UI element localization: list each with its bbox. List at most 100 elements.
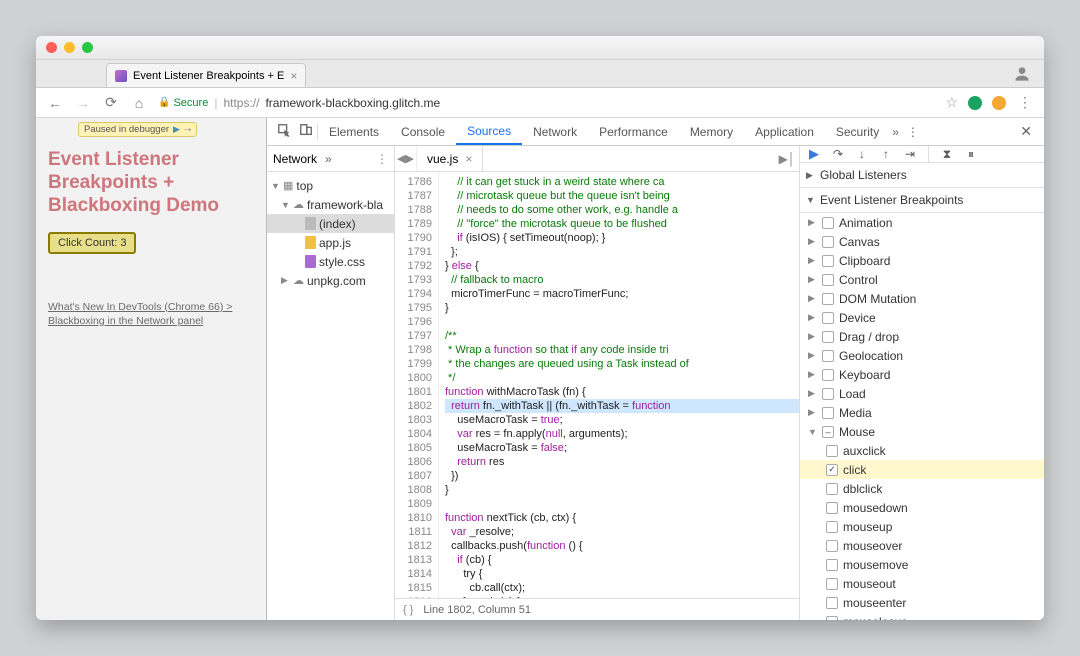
close-window-icon[interactable]	[46, 42, 57, 53]
devtools-tab-security[interactable]: Security	[825, 118, 890, 145]
tree-domain-unpkg[interactable]: ▶☁unpkg.com	[267, 271, 394, 290]
editor-run-snippet-icon[interactable]: ▶│	[775, 152, 799, 166]
checkbox-icon[interactable]	[826, 540, 838, 552]
checkbox-icon[interactable]	[826, 559, 838, 571]
step-out-button[interactable]: ↑	[878, 147, 894, 161]
checkbox-icon[interactable]	[822, 217, 834, 229]
checkbox-icon[interactable]	[826, 616, 838, 621]
checkbox-icon[interactable]	[822, 312, 834, 324]
event-category-control[interactable]: ▶Control	[800, 270, 1044, 289]
checkbox-icon[interactable]	[822, 369, 834, 381]
bookmark-star-icon[interactable]: ☆	[945, 94, 958, 111]
event-mousemove[interactable]: mousemove	[800, 555, 1044, 574]
editor-tab-vuejs[interactable]: vue.js ×	[417, 146, 483, 171]
checkbox-icon[interactable]	[826, 597, 838, 609]
event-category-clipboard[interactable]: ▶Clipboard	[800, 251, 1044, 270]
home-button[interactable]: ⌂	[130, 95, 148, 111]
event-category-media[interactable]: ▶Media	[800, 403, 1044, 422]
devtools-settings-icon[interactable]: ⋮	[899, 125, 927, 139]
deactivate-breakpoints-button[interactable]: ⧗	[939, 147, 955, 162]
tree-file-appjs[interactable]: app.js	[267, 233, 394, 252]
extension-icon-1[interactable]	[968, 96, 982, 110]
browser-tab[interactable]: Event Listener Breakpoints + E ×	[106, 63, 306, 87]
event-mouseup[interactable]: mouseup	[800, 517, 1044, 536]
event-mousedown[interactable]: mousedown	[800, 498, 1044, 517]
resume-button[interactable]: ▶	[806, 146, 822, 162]
resume-icon[interactable]: ▶	[173, 124, 180, 135]
editor-tab-close-icon[interactable]: ×	[465, 152, 472, 166]
tree-file-index[interactable]: (index)	[267, 214, 394, 233]
event-listener-breakpoints-section[interactable]: ▼Event Listener Breakpoints	[800, 188, 1044, 213]
address-bar[interactable]: 🔒Secure | https://framework-blackboxing.…	[158, 96, 935, 110]
page-link[interactable]: What's New In DevTools (Chrome 66) > Bla…	[48, 300, 254, 328]
checkbox-icon[interactable]	[826, 502, 838, 514]
checkbox-icon[interactable]	[826, 521, 838, 533]
devtools-tab-console[interactable]: Console	[390, 118, 456, 145]
event-auxclick[interactable]: auxclick	[800, 441, 1044, 460]
extension-icon-2[interactable]	[992, 96, 1006, 110]
event-dblclick[interactable]: dblclick	[800, 479, 1044, 498]
checkbox-icon[interactable]	[826, 445, 838, 457]
event-mouseout[interactable]: mouseout	[800, 574, 1044, 593]
forward-button[interactable]: →	[74, 95, 92, 111]
profile-avatar-icon[interactable]	[1012, 64, 1032, 84]
event-click[interactable]: click	[800, 460, 1044, 479]
devtools-tab-application[interactable]: Application	[744, 118, 825, 145]
browser-menu-icon[interactable]: ⋮	[1016, 94, 1034, 111]
event-category-animation[interactable]: ▶Animation	[800, 213, 1044, 232]
checkbox-icon[interactable]	[822, 350, 834, 362]
close-tab-icon[interactable]: ×	[290, 69, 297, 83]
devtools-tab-elements[interactable]: Elements	[318, 118, 390, 145]
navigator-header[interactable]: Network » ⋮	[267, 146, 394, 172]
event-category-device[interactable]: ▶Device	[800, 308, 1044, 327]
checkbox-icon[interactable]	[822, 293, 834, 305]
device-toggle-icon[interactable]	[295, 123, 317, 140]
minimize-window-icon[interactable]	[64, 42, 75, 53]
event-category-drag---drop[interactable]: ▶Drag / drop	[800, 327, 1044, 346]
navigator-menu-icon[interactable]: ⋮	[376, 152, 388, 166]
reload-button[interactable]: ⟳	[102, 94, 120, 111]
code-area[interactable]: 1786 1787 1788 1789 1790 1791 1792 1793 …	[395, 172, 799, 598]
tree-domain[interactable]: ▼☁framework-bla	[267, 195, 394, 214]
step-over-button[interactable]: ↷	[830, 147, 846, 161]
checkbox-icon[interactable]	[822, 236, 834, 248]
checkbox-icon[interactable]	[826, 464, 838, 476]
inspect-element-icon[interactable]	[273, 123, 295, 140]
tree-top[interactable]: ▼▦top	[267, 176, 394, 195]
event-mouseover[interactable]: mouseover	[800, 536, 1044, 555]
tree-file-stylecss[interactable]: style.css	[267, 252, 394, 271]
event-category-canvas[interactable]: ▶Canvas	[800, 232, 1044, 251]
checkbox-icon[interactable]	[822, 426, 834, 438]
pretty-print-icon[interactable]: { }	[403, 604, 413, 616]
devtools-tab-memory[interactable]: Memory	[679, 118, 744, 145]
checkbox-icon[interactable]	[826, 578, 838, 590]
step-button[interactable]: ⇥	[902, 147, 918, 161]
checkbox-icon[interactable]	[822, 331, 834, 343]
checkbox-icon[interactable]	[822, 274, 834, 286]
checkbox-icon[interactable]	[822, 407, 834, 419]
event-category-mouse[interactable]: ▼Mouse	[800, 422, 1044, 441]
checkbox-icon[interactable]	[822, 255, 834, 267]
checkbox-icon[interactable]	[826, 483, 838, 495]
click-count-button[interactable]: Click Count: 3	[48, 232, 136, 254]
back-button[interactable]: ←	[46, 95, 64, 111]
event-category-keyboard[interactable]: ▶Keyboard	[800, 365, 1044, 384]
devtools-more-tabs-icon[interactable]: »	[892, 125, 899, 139]
editor-history-icon[interactable]: ◀▶	[395, 146, 417, 171]
event-category-geolocation[interactable]: ▶Geolocation	[800, 346, 1044, 365]
event-category-load[interactable]: ▶Load	[800, 384, 1044, 403]
maximize-window-icon[interactable]	[82, 42, 93, 53]
devtools-tab-performance[interactable]: Performance	[588, 118, 679, 145]
checkbox-icon[interactable]	[822, 388, 834, 400]
global-listeners-section[interactable]: ▶Global Listeners	[800, 163, 1044, 188]
devtools-close-icon[interactable]: ✕	[1014, 123, 1038, 140]
event-category-dom-mutation[interactable]: ▶DOM Mutation	[800, 289, 1044, 308]
event-mouseleave[interactable]: mouseleave	[800, 612, 1044, 620]
navigator-more-icon[interactable]: »	[325, 152, 332, 166]
step-into-button[interactable]: ↓	[854, 147, 870, 161]
step-icon[interactable]: ⭢	[184, 124, 191, 135]
devtools-tab-network[interactable]: Network	[522, 118, 588, 145]
devtools-tab-sources[interactable]: Sources	[456, 118, 522, 145]
event-mouseenter[interactable]: mouseenter	[800, 593, 1044, 612]
pause-on-exceptions-button[interactable]: ⏸	[963, 147, 979, 162]
